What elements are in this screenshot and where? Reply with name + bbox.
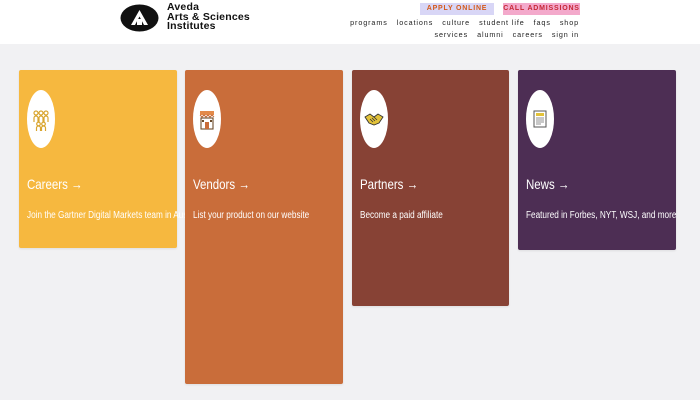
card-title[interactable]: News → [526, 176, 569, 192]
nav-student-life[interactable]: student life [479, 18, 525, 27]
card-description: Join the Gartner Digital Markets team in… [27, 210, 197, 221]
nav-programs[interactable]: programs [350, 18, 388, 27]
card-description: Become a paid affiliate [360, 210, 443, 221]
card-partners[interactable]: Partners → Become a paid affiliate [352, 70, 509, 306]
logo-icon[interactable] [120, 4, 159, 32]
card-vendors[interactable]: Vendors → List your product on our websi… [185, 70, 343, 384]
nav-services[interactable]: services [435, 30, 469, 39]
card-title[interactable]: Partners → [360, 176, 418, 192]
primary-nav: programs locations culture student life … [341, 18, 579, 27]
secondary-nav: services alumni careers sign in [426, 30, 580, 39]
newspaper-icon [526, 90, 554, 148]
card-description: List your product on our website [193, 210, 310, 221]
card-title[interactable]: Vendors → [193, 176, 250, 192]
apply-online-button[interactable]: APPLY ONLINE [420, 3, 494, 15]
nav-shop[interactable]: shop [560, 18, 579, 27]
card-careers[interactable]: Careers → Join the Gartner Digital Marke… [19, 70, 196, 248]
brand-wordmark[interactable]: Aveda Arts & Sciences Institutes [167, 2, 250, 32]
card-title[interactable]: Careers → [27, 176, 83, 192]
people-icon [27, 90, 55, 148]
nav-faqs[interactable]: faqs [534, 18, 551, 27]
nav-careers[interactable]: careers [513, 30, 543, 39]
storefront-icon [193, 90, 221, 148]
handshake-icon [360, 90, 388, 148]
brand-line-3: Institutes [167, 20, 216, 32]
nav-sign-in[interactable]: sign in [552, 30, 579, 39]
nav-locations[interactable]: locations [397, 18, 433, 27]
card-description: Featured in Forbes, NYT, WSJ, and more [526, 210, 677, 221]
nav-culture[interactable]: culture [442, 18, 470, 27]
card-news[interactable]: News → Featured in Forbes, NYT, WSJ, and… [518, 70, 676, 250]
nav-alumni[interactable]: alumni [477, 30, 504, 39]
site-header: Aveda Arts & Sciences Institutes APPLY O… [0, 0, 700, 44]
call-admissions-button[interactable]: CALL ADMISSIONS [503, 3, 580, 15]
